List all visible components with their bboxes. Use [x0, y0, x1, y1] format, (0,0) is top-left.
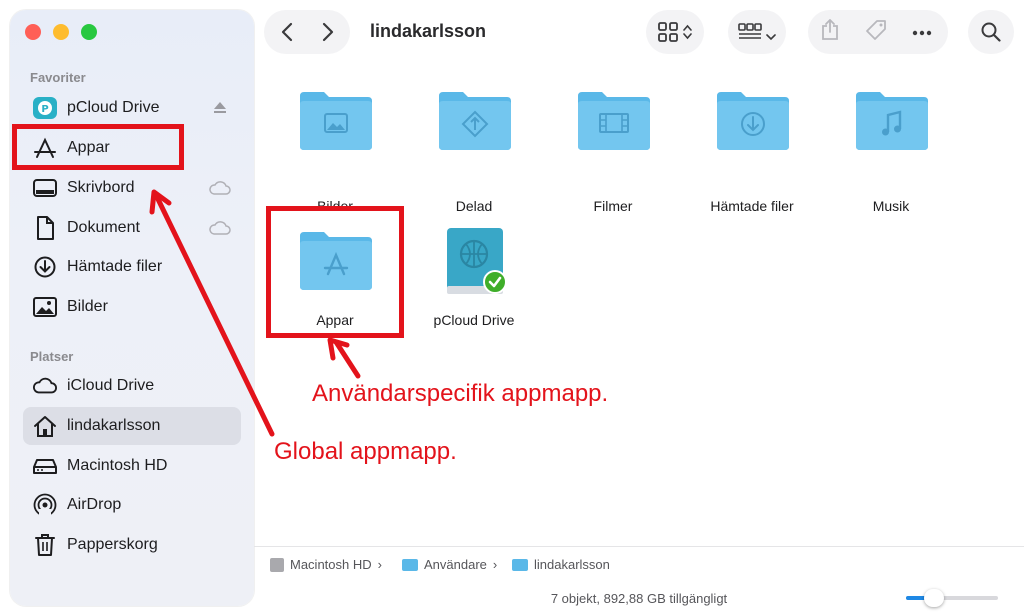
annotation-arrows: [149, 189, 361, 437]
annotation-text-user-apps: Användarspecifik appmapp.: [312, 380, 609, 407]
annotation-text-global-apps: Global appmapp.: [274, 438, 457, 465]
